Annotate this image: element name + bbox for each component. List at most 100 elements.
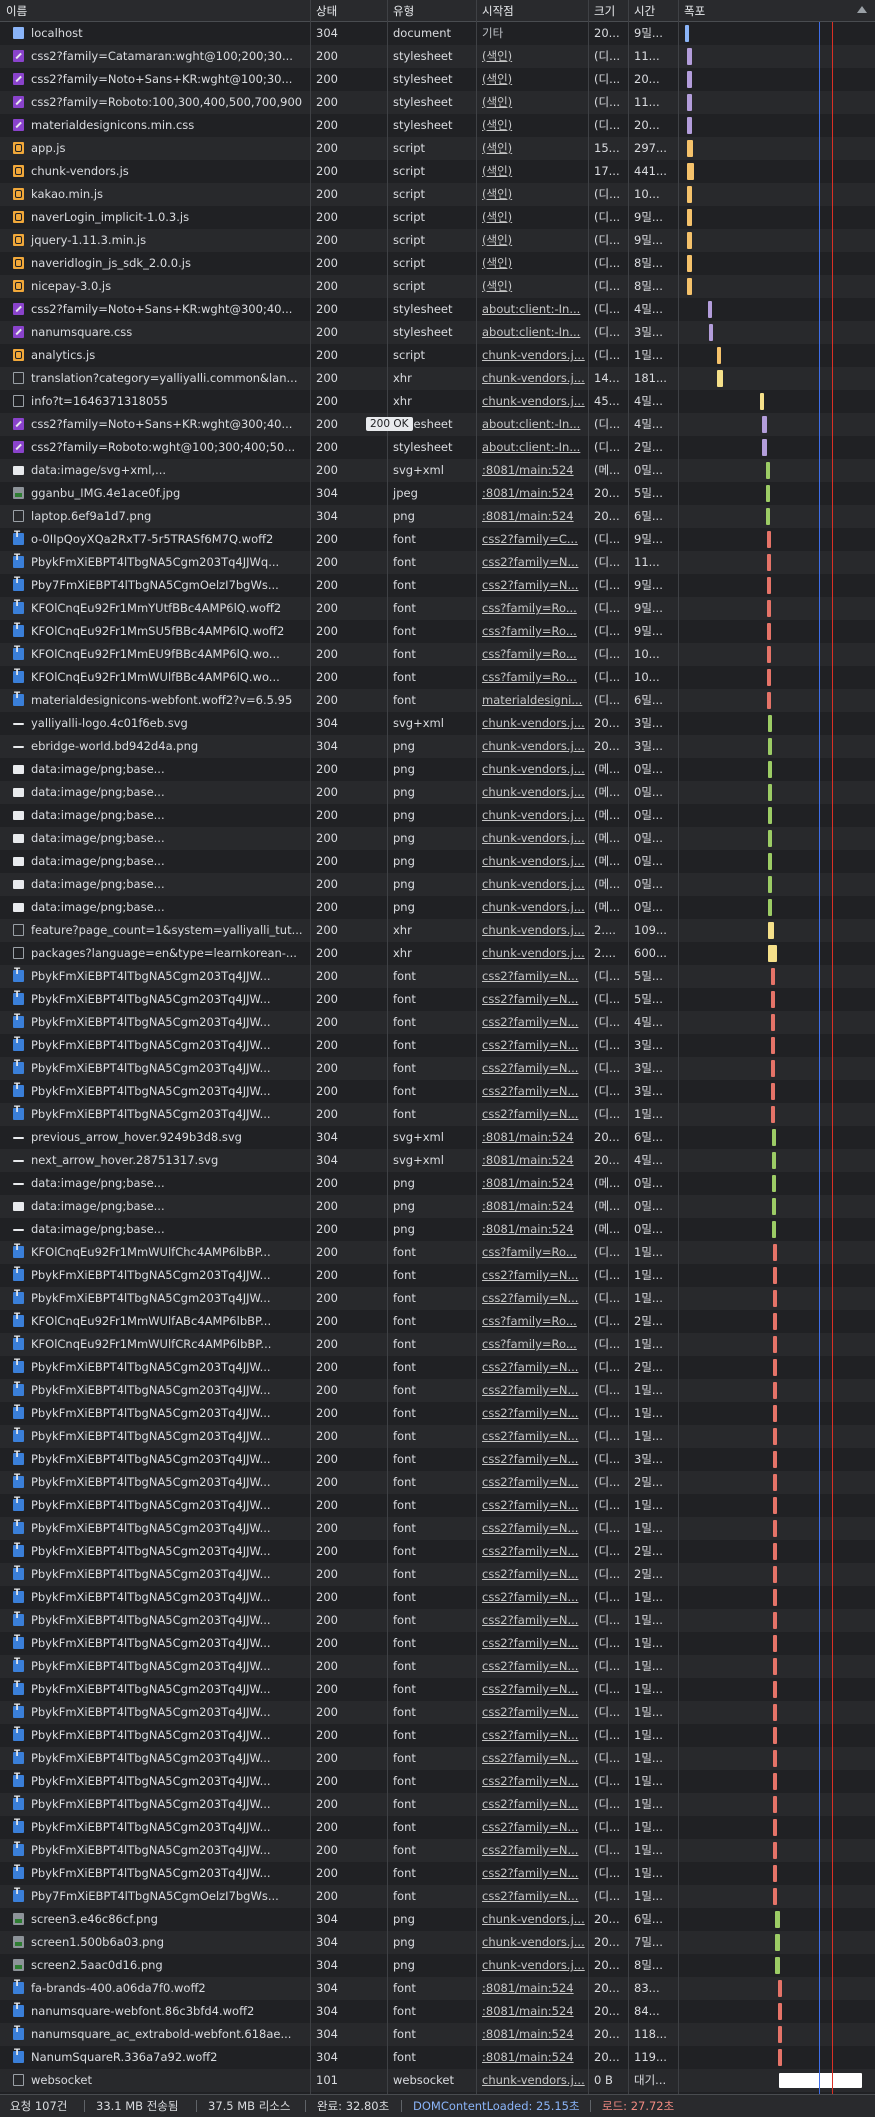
request-initiator[interactable]: chunk-vendors.j... bbox=[476, 344, 588, 367]
request-initiator[interactable]: css2?family=N... bbox=[476, 1034, 588, 1057]
request-row[interactable]: gganbu_IMG.4e1ace0f.jpg 304 jpeg:8081/main… bbox=[0, 482, 875, 505]
request-initiator[interactable]: chunk-vendors.j... bbox=[476, 2069, 588, 2092]
request-initiator[interactable]: chunk-vendors.j... bbox=[476, 735, 588, 758]
request-initiator[interactable]: css?family=Ro... bbox=[476, 1310, 588, 1333]
request-initiator[interactable]: css2?family=N... bbox=[476, 1425, 588, 1448]
column-header-name[interactable]: 이름 bbox=[0, 0, 310, 22]
request-row[interactable]: PbykFmXiEBPT4lTbgNA5Cgm203Tq4JJW... 200 fo… bbox=[0, 1747, 875, 1770]
request-initiator[interactable]: css2?family=N... bbox=[476, 1494, 588, 1517]
request-row[interactable]: css2?family=Roboto:100,300,400,500,700,9… bbox=[0, 91, 875, 114]
request-row[interactable]: translation?category=yalliyalli.common&l… bbox=[0, 367, 875, 390]
request-row[interactable]: css2?family=Catamaran:wght@100;200;30...… bbox=[0, 45, 875, 68]
request-row[interactable]: data:image/png;base... 200 png chunk-vendor… bbox=[0, 896, 875, 919]
request-initiator[interactable]: css?family=Ro... bbox=[476, 643, 588, 666]
request-initiator[interactable]: css?family=Ro... bbox=[476, 620, 588, 643]
request-initiator[interactable]: :8081/main:524 bbox=[476, 459, 588, 482]
request-initiator[interactable]: :8081/main:524 bbox=[476, 505, 588, 528]
request-row[interactable]: PbykFmXiEBPT4lTbgNA5Cgm203Tq4JJW... 200 fo… bbox=[0, 1839, 875, 1862]
request-row[interactable]: yalliyalli-logo.4c01f6eb.svg 304 svg+xml ch… bbox=[0, 712, 875, 735]
request-row[interactable]: Pby7FmXiEBPT4lTbgNA5CgmOelzI7bgWs... 200 f… bbox=[0, 1885, 875, 1908]
request-row[interactable]: data:image/png;base... 200 png:8081/main:5… bbox=[0, 1172, 875, 1195]
request-initiator[interactable]: chunk-vendors.j... bbox=[476, 1954, 588, 1977]
request-row[interactable]: laptop.6ef9a1d7.png 304 png:8081/main:524 2… bbox=[0, 505, 875, 528]
request-initiator[interactable]: :8081/main:524 bbox=[476, 1195, 588, 1218]
request-row[interactable]: PbykFmXiEBPT4lTbgNA5Cgm203Tq4JJW... 200 fo… bbox=[0, 1540, 875, 1563]
request-row[interactable]: PbykFmXiEBPT4lTbgNA5Cgm203Tq4JJW... 200 fo… bbox=[0, 1080, 875, 1103]
request-initiator[interactable]: css2?family=N... bbox=[476, 1540, 588, 1563]
request-row[interactable]: o-0IIpQoyXQa2RxT7-5r5TRASf6M7Q.woff2 200 f… bbox=[0, 528, 875, 551]
column-header-type[interactable]: 유형 bbox=[387, 0, 476, 22]
request-row[interactable]: PbykFmXiEBPT4lTbgNA5Cgm203Tq4JJW... 200 fo… bbox=[0, 1770, 875, 1793]
request-initiator[interactable]: css2?family=N... bbox=[476, 1586, 588, 1609]
column-divider[interactable] bbox=[628, 0, 629, 2115]
request-initiator[interactable]: css2?family=N... bbox=[476, 1379, 588, 1402]
request-initiator[interactable]: chunk-vendors.j... bbox=[476, 781, 588, 804]
request-initiator[interactable]: chunk-vendors.j... bbox=[476, 919, 588, 942]
request-initiator[interactable]: :8081/main:524 bbox=[476, 1149, 588, 1172]
request-initiator[interactable]: (색인) bbox=[476, 114, 588, 137]
request-initiator[interactable]: css2?family=N... bbox=[476, 1287, 588, 1310]
request-initiator[interactable]: chunk-vendors.j... bbox=[476, 804, 588, 827]
request-initiator[interactable]: css2?family=N... bbox=[476, 1517, 588, 1540]
column-header-time[interactable]: 시간 bbox=[628, 0, 678, 22]
request-initiator[interactable]: (색인) bbox=[476, 45, 588, 68]
request-row[interactable]: PbykFmXiEBPT4lTbgNA5Cgm203Tq4JJW... 200 fo… bbox=[0, 1494, 875, 1517]
request-row[interactable]: packages?language=en&type=learnkorean-..… bbox=[0, 942, 875, 965]
request-initiator[interactable]: chunk-vendors.j... bbox=[476, 390, 588, 413]
request-initiator[interactable]: css2?family=N... bbox=[476, 1264, 588, 1287]
request-row[interactable]: PbykFmXiEBPT4lTbgNA5Cgm203Tq4JJW... 200 fo… bbox=[0, 1448, 875, 1471]
request-row[interactable]: KFOlCnqEu92Fr1MmSU5fBBc4AMP6lQ.woff2 200 f… bbox=[0, 620, 875, 643]
request-row[interactable]: fa-brands-400.a06da7f0.woff2 304 font:8081… bbox=[0, 1977, 875, 2000]
request-initiator[interactable]: css2?family=N... bbox=[476, 988, 588, 1011]
request-initiator[interactable]: :8081/main:524 bbox=[476, 2046, 588, 2069]
request-row[interactable]: localhost 304 document 기타 20... 9밀... bbox=[0, 22, 875, 45]
request-initiator[interactable]: css2?family=N... bbox=[476, 1793, 588, 1816]
request-row[interactable]: data:image/png;base... 200 png:8081/main:5… bbox=[0, 1218, 875, 1241]
request-row[interactable]: PbykFmXiEBPT4lTbgNA5Cgm203Tq4JJW... 200 fo… bbox=[0, 1701, 875, 1724]
request-row[interactable]: screen1.500b6a03.png 304 png chunk-vendors.… bbox=[0, 1931, 875, 1954]
request-initiator[interactable]: css2?family=N... bbox=[476, 1770, 588, 1793]
request-row[interactable]: PbykFmXiEBPT4lTbgNA5Cgm203Tq4JJW... 200 fo… bbox=[0, 1655, 875, 1678]
request-initiator[interactable]: css2?family=N... bbox=[476, 1057, 588, 1080]
request-initiator[interactable]: chunk-vendors.j... bbox=[476, 1931, 588, 1954]
request-row[interactable]: data:image/png;base... 200 png:8081/main:5… bbox=[0, 1195, 875, 1218]
request-initiator[interactable]: css2?family=N... bbox=[476, 1724, 588, 1747]
request-initiator[interactable]: css2?family=C... bbox=[476, 528, 588, 551]
request-row[interactable]: KFOlCnqEu92Fr1MmEU9fBBc4AMP6lQ.wo... 200 f… bbox=[0, 643, 875, 666]
sort-ascending-icon[interactable] bbox=[857, 6, 867, 13]
request-row[interactable]: KFOlCnqEu92Fr1MmWUlfChc4AMP6lbBP... 200 fo… bbox=[0, 1241, 875, 1264]
request-initiator[interactable]: chunk-vendors.j... bbox=[476, 712, 588, 735]
request-row[interactable]: nicepay-3.0.js 200 script (색인) (디... 8밀... bbox=[0, 275, 875, 298]
request-row[interactable]: PbykFmXiEBPT4lTbgNA5Cgm203Tq4JJW... 200 fo… bbox=[0, 1103, 875, 1126]
request-initiator[interactable]: css2?family=N... bbox=[476, 1678, 588, 1701]
request-initiator[interactable]: :8081/main:524 bbox=[476, 2023, 588, 2046]
request-initiator[interactable]: css2?family=N... bbox=[476, 1011, 588, 1034]
request-row[interactable]: PbykFmXiEBPT4lTbgNA5Cgm203Tq4JJW... 200 fo… bbox=[0, 1402, 875, 1425]
column-divider[interactable] bbox=[476, 0, 477, 2115]
request-initiator[interactable]: (색인) bbox=[476, 206, 588, 229]
request-initiator[interactable]: :8081/main:524 bbox=[476, 1172, 588, 1195]
request-initiator[interactable]: css2?family=N... bbox=[476, 1471, 588, 1494]
request-initiator[interactable]: chunk-vendors.j... bbox=[476, 367, 588, 390]
request-row[interactable]: materialdesignicons-webfont.woff2?v=6.5.… bbox=[0, 689, 875, 712]
request-row[interactable]: kakao.min.js 200 script (색인) (디... 10... bbox=[0, 183, 875, 206]
request-row[interactable]: NanumSquareR.336a7a92.woff2 304 font:8081/… bbox=[0, 2046, 875, 2069]
request-row[interactable]: PbykFmXiEBPT4lTbgNA5Cgm203Tq4JJW... 200 fo… bbox=[0, 1057, 875, 1080]
request-initiator[interactable]: css2?family=N... bbox=[476, 1563, 588, 1586]
request-row[interactable]: PbykFmXiEBPT4lTbgNA5Cgm203Tq4JJW... 200 fo… bbox=[0, 1425, 875, 1448]
request-initiator[interactable]: (색인) bbox=[476, 183, 588, 206]
request-initiator[interactable]: css2?family=N... bbox=[476, 1103, 588, 1126]
request-row[interactable]: naveridlogin_js_sdk_2.0.0.js 200 script (색인… bbox=[0, 252, 875, 275]
request-row[interactable]: Pby7FmXiEBPT4lTbgNA5CgmOelzI7bgWs... 200 f… bbox=[0, 574, 875, 597]
request-initiator[interactable]: css2?family=N... bbox=[476, 1816, 588, 1839]
request-row[interactable]: PbykFmXiEBPT4lTbgNA5Cgm203Tq4JJW... 200 fo… bbox=[0, 1632, 875, 1655]
request-initiator[interactable]: chunk-vendors.j... bbox=[476, 942, 588, 965]
request-initiator[interactable]: materialdesigni... bbox=[476, 689, 588, 712]
request-initiator[interactable]: :8081/main:524 bbox=[476, 1218, 588, 1241]
request-row[interactable]: data:image/png;base... 200 png chunk-vendor… bbox=[0, 850, 875, 873]
request-row[interactable]: feature?page_count=1&system=yalliyalli_t… bbox=[0, 919, 875, 942]
request-initiator[interactable]: :8081/main:524 bbox=[476, 1126, 588, 1149]
request-row[interactable]: KFOlCnqEu92Fr1MmWUlfABc4AMP6lbBP... 200 fo… bbox=[0, 1310, 875, 1333]
request-row[interactable]: PbykFmXiEBPT4lTbgNA5Cgm203Tq4JJW... 200 fo… bbox=[0, 1563, 875, 1586]
request-initiator[interactable]: chunk-vendors.j... bbox=[476, 896, 588, 919]
